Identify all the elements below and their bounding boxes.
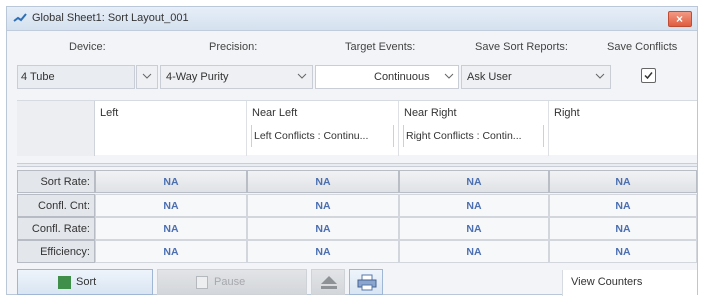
device-label: Device: [69,41,106,53]
stat-cell: NA [95,170,247,193]
target-events-value: Continuous [374,71,430,83]
stat-cell: NA [549,217,697,240]
save-conflicts-checkbox[interactable] [641,68,656,83]
close-icon: × [676,12,684,26]
sort-layout-icon [13,13,27,22]
right-conflicts-field[interactable]: Right Conflicts : Contin... [403,125,544,147]
stat-cell: NA [247,240,399,263]
sort-layout-window: Global Sheet1: Sort Layout_001 × Device:… [6,6,698,296]
close-button[interactable]: × [668,11,692,27]
header-corner [17,101,95,156]
column-left-name: Left [100,107,119,119]
stat-cell: NA [247,217,399,240]
table-row: Efficiency: NA NA NA NA [17,240,697,263]
printer-icon [357,274,377,291]
stat-cell: NA [95,194,247,217]
device-dropdown-button[interactable] [136,65,158,89]
view-counters-button[interactable]: View Counters [562,270,697,296]
table-row: Confl. Cnt: NA NA NA NA [17,194,697,217]
precision-label: Precision: [209,41,258,53]
precision-value: 4-Way Purity [166,71,229,83]
save-conflicts-label: Save Conflicts [607,41,678,53]
precision-select[interactable]: 4-Way Purity [160,65,313,89]
eject-button[interactable] [311,269,345,295]
stats-grid: Sort Rate: NA NA NA NA Confl. Cnt: NA NA… [17,170,697,270]
column-near-right: Near Right Right Conflicts : Contin... [399,101,549,156]
row-label: Sort Rate: [17,170,95,193]
grid-separator [17,163,697,167]
row-label: Efficiency: [17,240,95,263]
checkmark-icon [644,72,653,80]
column-header-area: Left Near Left Left Conflicts : Continu.… [17,100,697,156]
window-title: Global Sheet1: Sort Layout_001 [32,12,189,24]
bottom-toolbar: Sort Pause View Counters [7,269,697,296]
sort-icon [58,276,71,289]
column-near-left-name: Near Left [252,107,298,119]
row-label: Confl. Cnt: [17,194,95,217]
eject-icon [321,276,337,289]
title-bar: Global Sheet1: Sort Layout_001 × [7,7,697,31]
view-counters-label: View Counters [571,276,643,288]
print-button[interactable] [349,269,383,295]
pause-button[interactable]: Pause [157,269,307,295]
sort-button-label: Sort [76,276,97,288]
column-left: Left [95,101,247,156]
stat-cell: NA [399,170,549,193]
stat-cell: NA [247,194,399,217]
chevron-down-icon [444,73,454,79]
target-events-select[interactable]: Continuous [315,65,459,89]
column-right-name: Right [554,107,580,119]
save-sort-reports-label: Save Sort Reports: [475,41,568,53]
chevron-down-icon [297,73,307,79]
stat-cell: NA [399,194,549,217]
save-sort-reports-select[interactable]: Ask User [461,65,611,89]
device-select[interactable]: 4 Tube [17,65,135,89]
column-near-left: Near Left Left Conflicts : Continu... [247,101,399,156]
chevron-down-icon [595,73,605,79]
stat-cell: NA [399,240,549,263]
save-sort-reports-value: Ask User [467,71,512,83]
table-row: Sort Rate: NA NA NA NA [17,170,697,193]
stat-cell: NA [95,240,247,263]
stat-cell: NA [95,217,247,240]
pause-button-label: Pause [214,276,246,288]
target-events-label: Target Events: [345,41,416,53]
stat-cell: NA [247,170,399,193]
pause-icon [196,276,208,289]
table-row: Confl. Rate: NA NA NA NA [17,217,697,240]
stat-cell: NA [549,170,697,193]
stat-cell: NA [549,240,697,263]
device-value: 4 Tube [21,71,55,83]
column-right: Right [549,101,697,156]
sort-button[interactable]: Sort [17,269,153,295]
stat-cell: NA [399,217,549,240]
stat-cell: NA [549,194,697,217]
left-conflicts-field[interactable]: Left Conflicts : Continu... [251,125,394,147]
row-label: Confl. Rate: [17,217,95,240]
chevron-down-icon [142,73,152,79]
column-near-right-name: Near Right [404,107,457,119]
